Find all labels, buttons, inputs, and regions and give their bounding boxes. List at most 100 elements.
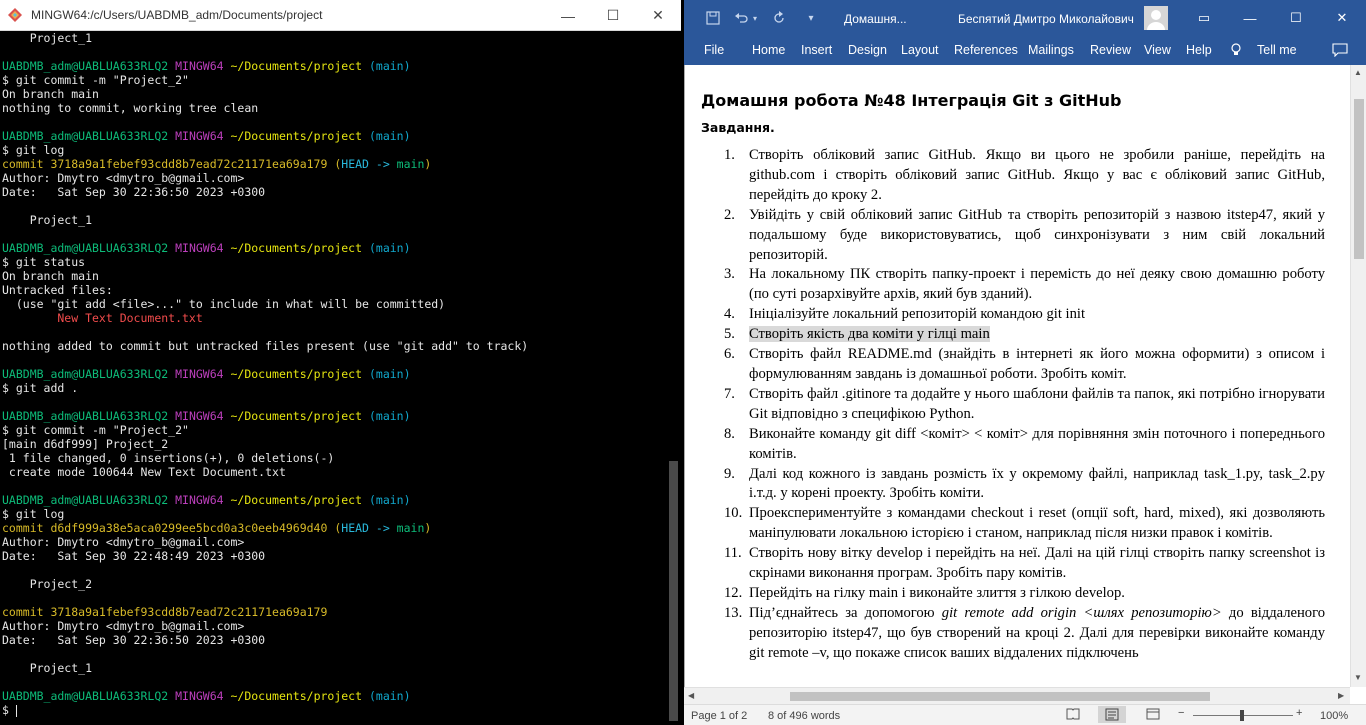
list-item[interactable]: 4. Ініціалізуйте локальний репозиторій ко…	[724, 305, 1325, 325]
ribbon-display-options-button[interactable]: ▭	[1186, 0, 1222, 36]
list-number: 2.	[724, 206, 735, 223]
list-number: 10.	[724, 505, 743, 522]
horizontal-scrollbar[interactable]: ◀ ▶	[684, 687, 1350, 704]
terminal-output[interactable]: Project_1 UABDMB_adm@UABLUA633RLQ2 MINGW…	[0, 31, 666, 725]
tab-review[interactable]: Review	[1090, 43, 1131, 57]
terminal-titlebar[interactable]: MINGW64:/c/Users/UABDMB_adm/Documents/pr…	[0, 0, 681, 31]
tab-layout[interactable]: Layout	[901, 43, 939, 57]
avatar[interactable]	[1144, 6, 1168, 30]
scroll-right-icon[interactable]: ▶	[1338, 691, 1344, 700]
scroll-left-icon[interactable]: ◀	[688, 691, 694, 700]
list-item[interactable]: 11. Створіть нову вітку develop і перейді…	[724, 544, 1325, 584]
close-icon: ✕	[652, 7, 664, 23]
terminal-line: UABDMB_adm@UABLUA633RLQ2 MINGW64 ~/Docum…	[2, 241, 411, 255]
terminal-window[interactable]: MINGW64:/c/Users/UABDMB_adm/Documents/pr…	[0, 0, 681, 725]
list-item[interactable]: 1. Створіть обліковий запис GitHub. Якщо …	[724, 146, 1325, 206]
read-mode-icon[interactable]	[1066, 708, 1080, 723]
zoom-level[interactable]: 100%	[1320, 710, 1348, 722]
minimize-button[interactable]: —	[1232, 0, 1268, 36]
close-button[interactable]: ✕	[635, 0, 681, 31]
tab-home[interactable]: Home	[752, 43, 785, 57]
terminal-line: UABDMB_adm@UABLUA633RLQ2 MINGW64 ~/Docum…	[2, 367, 411, 381]
list-number: 7.	[724, 385, 735, 402]
list-item[interactable]: 13. Під’єднайтесь за допомогою git remote…	[724, 604, 1325, 664]
scroll-down-icon[interactable]: ▼	[1354, 673, 1362, 682]
web-layout-icon[interactable]	[1146, 708, 1160, 723]
list-item[interactable]: 6. Створіть файл README.md (знайдіть в і…	[724, 345, 1325, 385]
save-icon[interactable]	[704, 9, 722, 27]
terminal-scrollbar[interactable]	[666, 31, 681, 725]
undo-dropdown-icon[interactable]: ▾	[750, 9, 760, 27]
list-number: 5.	[724, 326, 735, 343]
user-avatar-icon	[1147, 10, 1165, 30]
word-window[interactable]: ▾ ▾ Домашня... Беспятий Дмитро Миколайов…	[684, 0, 1366, 725]
list-item[interactable]: 5. Створіть якість два коміти у гілці mai…	[724, 325, 1325, 345]
vertical-scrollbar[interactable]: ▲ ▼	[1350, 65, 1366, 687]
minimize-icon: —	[561, 7, 575, 24]
terminal-line: On branch main	[2, 87, 99, 101]
terminal-line: commit d6df999a38e5aca0299ee5bcd0a3c0eeb…	[2, 521, 432, 535]
list-item[interactable]: 8. Виконайте команду git diff <коміт> < к…	[724, 425, 1325, 465]
terminal-line: 1 file changed, 0 insertions(+), 0 delet…	[2, 451, 335, 465]
zoom-out-button[interactable]: −	[1178, 707, 1184, 719]
maximize-button[interactable]: ☐	[590, 0, 636, 31]
terminal-line: Date: Sat Sep 30 22:36:50 2023 +0300	[2, 633, 266, 647]
tab-references[interactable]: References	[954, 43, 1018, 57]
list-item[interactable]: 7. Створіть файл .gitinore та додайте у н…	[724, 385, 1325, 425]
list-number: 1.	[724, 147, 735, 163]
document-canvas[interactable]: Домашня робота №48 Інтеграція Git з GitH…	[684, 65, 1366, 687]
terminal-title: MINGW64:/c/Users/UABDMB_adm/Documents/pr…	[31, 8, 323, 22]
user-name[interactable]: Беспятий Дмитро Миколайович	[958, 12, 1134, 26]
page-indicator[interactable]: Page 1 of 2	[691, 710, 747, 722]
scrollbar-thumb[interactable]	[669, 461, 678, 721]
tab-insert[interactable]: Insert	[801, 43, 832, 57]
list-item[interactable]: 12. Перейдіть на гілку main і виконайте з…	[724, 584, 1325, 604]
tab-view[interactable]: View	[1144, 43, 1171, 57]
terminal-line: Date: Sat Sep 30 22:48:49 2023 +0300	[2, 549, 266, 563]
maximize-button[interactable]: ☐	[1278, 0, 1314, 36]
terminal-line: [main d6df999] Project_2	[2, 437, 169, 451]
terminal-line: $ git add .	[2, 381, 79, 395]
list-number: 12.	[724, 584, 743, 601]
zoom-slider-thumb[interactable]	[1240, 710, 1244, 721]
list-item[interactable]: 2. Увійдіть у свій обліковий запис GitHub…	[724, 206, 1325, 266]
terminal-line: Project_2	[2, 577, 93, 591]
comments-icon[interactable]	[1332, 43, 1348, 60]
terminal-line: Untracked files:	[2, 283, 113, 297]
close-button[interactable]: ✕	[1324, 0, 1360, 36]
terminal-line: Author: Dmytro <dmytro_b@gmail.com>	[2, 535, 245, 549]
zoom-in-button[interactable]: +	[1296, 707, 1302, 719]
list-item[interactable]: 3. На локальному ПК створіть папку-проект…	[724, 265, 1325, 305]
customize-quick-access-icon[interactable]: ▾	[802, 9, 820, 27]
list-number: 9.	[724, 465, 735, 482]
scrollbar-thumb[interactable]	[790, 692, 1210, 701]
document-page[interactable]: Домашня робота №48 Інтеграція Git з GitH…	[701, 91, 1325, 664]
list-number: 4.	[724, 306, 735, 323]
list-item[interactable]: 10. Проекспериментуйте з командами checko…	[724, 504, 1325, 544]
redo-icon[interactable]	[770, 9, 788, 27]
terminal-line: nothing to commit, working tree clean	[2, 101, 259, 115]
tab-design[interactable]: Design	[848, 43, 887, 57]
list-number: 3.	[724, 266, 735, 283]
tab-help[interactable]: Help	[1186, 43, 1212, 57]
word-titlebar[interactable]: ▾ ▾ Домашня... Беспятий Дмитро Миколайов…	[684, 0, 1366, 36]
terminal-line: commit 3718a9a1febef93cdd8b7ead72c21171e…	[2, 157, 432, 171]
print-layout-icon[interactable]	[1098, 706, 1126, 723]
terminal-line: UABDMB_adm@UABLUA633RLQ2 MINGW64 ~/Docum…	[2, 129, 411, 143]
undo-icon[interactable]	[732, 9, 750, 27]
lightbulb-icon[interactable]	[1230, 43, 1242, 60]
list-item[interactable]: 9. Далі код кожного із завдань розмість ї…	[724, 465, 1325, 505]
minimize-button[interactable]: —	[545, 0, 591, 31]
close-icon: ✕	[1336, 10, 1348, 25]
word-count[interactable]: 8 of 496 words	[768, 710, 840, 722]
terminal-line: UABDMB_adm@UABLUA633RLQ2 MINGW64 ~/Docum…	[2, 689, 411, 703]
tell-me-search[interactable]: Tell me	[1257, 43, 1297, 57]
ribbon-tabs[interactable]: File Home Insert Design Layout Reference…	[684, 36, 1366, 65]
ribbon-display-icon: ▭	[1197, 10, 1211, 25]
scrollbar-thumb[interactable]	[1354, 99, 1364, 259]
terminal-line: Project_1	[2, 661, 93, 675]
tab-file[interactable]: File	[704, 43, 724, 57]
scroll-up-icon[interactable]: ▲	[1354, 68, 1362, 77]
tab-mailings[interactable]: Mailings	[1028, 43, 1074, 57]
list-number: 11.	[724, 545, 742, 562]
